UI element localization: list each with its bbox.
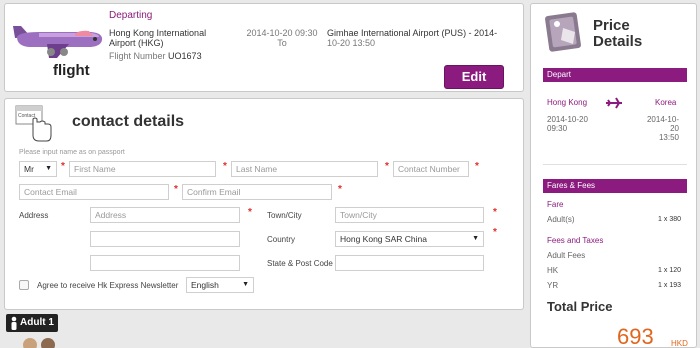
from-time: 09:30 xyxy=(547,124,568,133)
adults-value: 1 x 380 xyxy=(658,216,681,223)
postcode-label: State & Post Code xyxy=(267,259,333,268)
from-datetime: 2014-10-20 09:30 xyxy=(547,115,588,133)
flight-number-row: Flight Number UO1673 xyxy=(109,51,202,61)
town-input[interactable]: Town/City xyxy=(335,207,484,223)
title-select[interactable]: Mr ▼ xyxy=(19,161,57,177)
country-label: Country xyxy=(267,235,296,244)
contact-panel: Contact contact details Please input nam… xyxy=(4,98,524,310)
price-title-line2: Details xyxy=(593,33,643,50)
to-time: 13:50 xyxy=(658,133,679,142)
contact-email-input[interactable]: Contact Email xyxy=(19,184,169,200)
adult-label: Adult 1 xyxy=(20,317,54,328)
to-city: Korea xyxy=(655,98,677,107)
arrival-airport: Gimhae International Airport (PUS) - 201… xyxy=(327,28,498,38)
yr-label: YR xyxy=(547,281,559,290)
airplane-icon xyxy=(13,26,103,58)
language-select[interactable]: English ▼ xyxy=(186,277,254,293)
chevron-down-icon: ▼ xyxy=(45,165,52,172)
departing-label: Departing xyxy=(109,10,153,21)
confirm-email-input[interactable]: Confirm Email xyxy=(182,184,332,200)
first-name-input[interactable]: First Name xyxy=(69,161,216,177)
arrival-block: Gimhae International Airport (PUS) - 201… xyxy=(327,28,507,48)
fees-label: Fees and Taxes xyxy=(547,236,604,245)
divider xyxy=(543,164,687,165)
arrival-time: 10-20 13:50 xyxy=(327,38,376,48)
required-mark: * xyxy=(385,161,389,172)
last-name-input[interactable]: Last Name xyxy=(231,161,378,177)
edit-button[interactable]: Edit xyxy=(444,65,504,89)
flight-panel: flight Departing Hong Kong International… xyxy=(4,3,524,92)
language-select-value: English xyxy=(191,280,219,290)
address-line3-input[interactable] xyxy=(90,255,240,271)
required-mark: * xyxy=(174,184,178,195)
to-label: To xyxy=(277,38,287,48)
flight-number-label: Flight Number xyxy=(109,51,166,61)
adults-label: Adult(s) xyxy=(547,215,575,224)
address-label: Address xyxy=(19,211,49,220)
total-price-label: Total Price xyxy=(547,299,613,314)
to-datetime: 2014-10-20 13:50 xyxy=(639,115,679,142)
price-tag-icon xyxy=(545,12,581,52)
departure-time: 2014-10-20 09:30 xyxy=(246,28,318,38)
address-line2-input[interactable] xyxy=(90,231,240,247)
required-mark: * xyxy=(475,161,479,172)
required-mark: * xyxy=(223,161,227,172)
fares-header: Fares & Fees xyxy=(543,179,687,193)
person-icon xyxy=(11,316,17,330)
title-select-value: Mr xyxy=(24,164,34,174)
hk-value: 1 x 120 xyxy=(658,267,681,274)
country-select[interactable]: Hong Kong SAR China ▼ xyxy=(335,231,484,247)
svg-text:Contact: Contact xyxy=(18,113,36,119)
required-mark: * xyxy=(248,207,252,218)
country-select-value: Hong Kong SAR China xyxy=(340,234,427,244)
required-mark: * xyxy=(61,161,65,172)
passenger-faces-icon xyxy=(23,338,55,348)
contact-pointer-icon: Contact xyxy=(15,105,52,142)
total-price-amount: 693 xyxy=(617,324,654,348)
postcode-input[interactable] xyxy=(335,255,484,271)
yr-value: 1 x 193 xyxy=(658,282,681,289)
price-panel: Price Details Depart Hong Kong Korea 201… xyxy=(530,3,697,348)
address-line1-input[interactable]: Address xyxy=(90,207,240,223)
newsletter-label: Agree to receive Hk Express Newsletter xyxy=(37,281,179,290)
contact-number-input[interactable]: Contact Number xyxy=(393,161,469,177)
from-city: Hong Kong xyxy=(547,98,588,107)
from-date: 2014-10-20 xyxy=(547,115,588,124)
adult-fees-label: Adult Fees xyxy=(547,251,586,260)
town-label: Town/City xyxy=(267,211,302,220)
depart-header: Depart xyxy=(543,68,687,82)
newsletter-checkbox[interactable] xyxy=(19,280,29,290)
to-date: 2014-10-20 xyxy=(646,115,679,133)
chevron-down-icon: ▼ xyxy=(472,235,479,242)
flight-number-value: UO1673 xyxy=(168,51,202,61)
departure-time-block: 2014-10-20 09:30 To xyxy=(242,28,322,48)
adult-tag: Adult 1 xyxy=(6,314,58,332)
hk-label: HK xyxy=(547,266,559,275)
airplane-icon xyxy=(606,97,622,109)
chevron-down-icon: ▼ xyxy=(242,281,249,288)
departure-airport: Hong Kong International Airport (HKG) xyxy=(109,28,207,48)
required-mark: * xyxy=(493,207,497,218)
fare-label: Fare xyxy=(547,200,564,209)
flight-label: flight xyxy=(53,62,90,79)
price-title: Price Details xyxy=(593,18,663,50)
price-title-line1: Price xyxy=(593,17,630,34)
required-mark: * xyxy=(493,227,497,238)
total-price-currency: HKD xyxy=(671,339,688,348)
passport-hint: Please input name as on passport xyxy=(19,149,125,156)
required-mark: * xyxy=(338,184,342,195)
contact-title: contact details xyxy=(72,113,185,130)
